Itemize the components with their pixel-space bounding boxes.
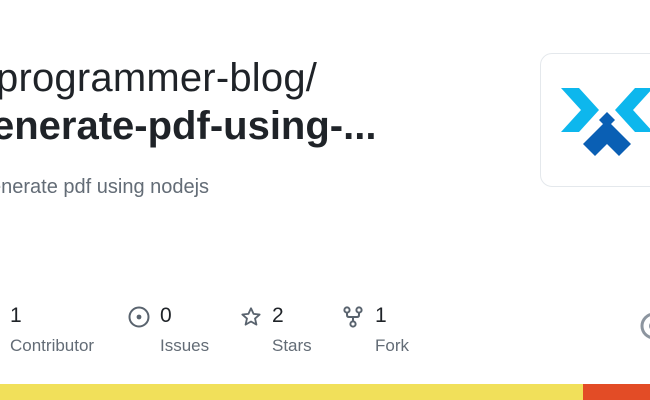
- contributors-label: Contributor: [10, 336, 95, 355]
- forks-count: 1: [375, 304, 387, 327]
- language-bar-segment: [583, 384, 650, 400]
- issues-count: 0: [160, 304, 172, 327]
- stars-count: 2: [272, 304, 284, 327]
- repo-owner[interactable]: programmer-blog/: [0, 56, 317, 101]
- issues-label: Issues: [160, 336, 210, 355]
- forks-label: Fork: [375, 336, 409, 355]
- language-bar-segment: [0, 384, 584, 400]
- stat-forks[interactable]: 1 Fork: [343, 304, 443, 364]
- language-bar: [0, 384, 650, 400]
- stars-label: Stars: [272, 336, 312, 355]
- repo-forked-icon: [343, 306, 363, 328]
- stat-stars[interactable]: 2 Stars: [240, 304, 340, 364]
- github-mark-icon: [640, 313, 650, 339]
- repo-name[interactable]: enerate-pdf-using-...: [0, 104, 376, 149]
- repo-description: enerate pdf using nodejs: [0, 176, 210, 198]
- repo-logo-card: [540, 53, 650, 187]
- star-icon: [241, 307, 261, 326]
- repo-logo-icon: [561, 88, 650, 156]
- issue-opened-icon: [128, 306, 150, 328]
- contributors-count: 1: [10, 304, 22, 327]
- stat-contributors[interactable]: 1 Contributor: [10, 304, 110, 364]
- stat-issues[interactable]: 0 Issues: [128, 304, 228, 364]
